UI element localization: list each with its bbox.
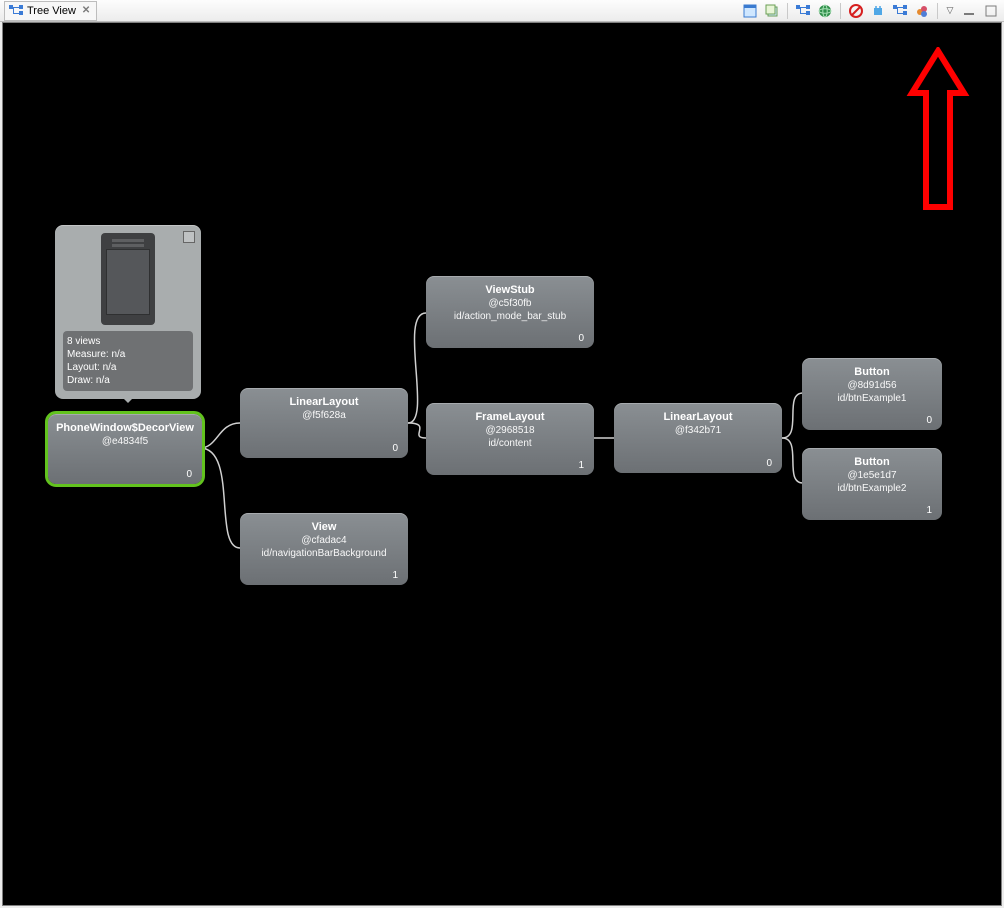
node-framelayout[interactable]: FrameLayout @2968518 id/content 1 xyxy=(426,403,594,475)
node-id: id/btnExample1 xyxy=(810,393,934,404)
toolbar-separator xyxy=(787,3,788,19)
node-id: id/content xyxy=(434,438,586,449)
node-count: 1 xyxy=(578,460,584,471)
view-menu-chevron-icon[interactable]: ▽ xyxy=(944,2,956,20)
maximize-view-icon[interactable] xyxy=(982,2,1000,20)
expand-preview-icon[interactable] xyxy=(183,231,195,243)
node-title: LinearLayout xyxy=(248,396,400,408)
node-hash: @f342b71 xyxy=(622,425,774,436)
node-title: ViewStub xyxy=(434,284,586,296)
toolbar-separator xyxy=(840,3,841,19)
tree-load-icon[interactable] xyxy=(891,2,909,20)
node-count: 1 xyxy=(392,570,398,581)
toolbar-separator xyxy=(937,3,938,19)
node-hash: @cfadac4 xyxy=(248,535,400,546)
node-view-navbg[interactable]: View @cfadac4 id/navigationBarBackground… xyxy=(240,513,408,585)
device-preview-thumbnail xyxy=(101,233,155,325)
node-hash: @c5f30fb xyxy=(434,298,586,309)
stat-draw: Draw: n/a xyxy=(67,374,189,387)
node-count: 0 xyxy=(186,469,192,480)
toolbar-actions: ▽ xyxy=(741,2,1000,20)
preview-stats: 8 views Measure: n/a Layout: n/a Draw: n… xyxy=(63,331,193,391)
node-count: 1 xyxy=(926,505,932,516)
node-id: id/btnExample2 xyxy=(810,483,934,494)
node-hash: @1e5e1d7 xyxy=(810,470,934,481)
node-count: 0 xyxy=(766,458,772,469)
tree-icon[interactable] xyxy=(794,2,812,20)
node-title: Button xyxy=(810,456,934,468)
node-id: id/navigationBarBackground xyxy=(248,548,400,559)
node-title: FrameLayout xyxy=(434,411,586,423)
node-hash: @e4834f5 xyxy=(56,436,194,447)
profile-cpu-icon[interactable] xyxy=(913,2,931,20)
globe-icon[interactable] xyxy=(816,2,834,20)
node-hash: @8d91d56 xyxy=(810,380,934,391)
layers-icon[interactable] xyxy=(763,2,781,20)
hierarchy-canvas[interactable]: 8 views Measure: n/a Layout: n/a Draw: n… xyxy=(2,22,1002,906)
tab-title: Tree View xyxy=(27,5,76,17)
node-count: 0 xyxy=(578,333,584,344)
stat-layout: Layout: n/a xyxy=(67,361,189,374)
android-icon[interactable] xyxy=(869,2,887,20)
node-title: Button xyxy=(810,366,934,378)
node-linearlayout-2[interactable]: LinearLayout @f342b71 0 xyxy=(614,403,782,473)
node-title: PhoneWindow$DecorView xyxy=(56,422,194,434)
node-preview-callout: 8 views Measure: n/a Layout: n/a Draw: n… xyxy=(55,225,201,399)
close-tab-icon[interactable]: ✕ xyxy=(82,5,90,16)
window-restore-icon[interactable] xyxy=(741,2,759,20)
node-title: LinearLayout xyxy=(622,411,774,423)
node-count: 0 xyxy=(392,443,398,454)
annotation-arrow xyxy=(906,47,970,217)
node-viewstub[interactable]: ViewStub @c5f30fb id/action_mode_bar_stu… xyxy=(426,276,594,348)
node-button-1[interactable]: Button @8d91d56 id/btnExample1 0 xyxy=(802,358,942,430)
node-hash: @f5f628a xyxy=(248,410,400,421)
node-linearlayout-1[interactable]: LinearLayout @f5f628a 0 xyxy=(240,388,408,458)
view-toolbar: Tree View ✕ ▽ xyxy=(0,0,1004,22)
node-button-2[interactable]: Button @1e5e1d7 id/btnExample2 1 xyxy=(802,448,942,520)
node-title: View xyxy=(248,521,400,533)
node-id: id/action_mode_bar_stub xyxy=(434,311,586,322)
tab-tree-view[interactable]: Tree View ✕ xyxy=(4,1,97,21)
node-hash: @2968518 xyxy=(434,425,586,436)
stat-views: 8 views xyxy=(67,335,189,348)
node-count: 0 xyxy=(926,415,932,426)
minimize-view-icon[interactable] xyxy=(960,2,978,20)
forbidden-icon[interactable] xyxy=(847,2,865,20)
node-decorview[interactable]: PhoneWindow$DecorView @e4834f5 0 xyxy=(48,414,202,484)
tree-view-tab-icon xyxy=(9,4,23,18)
stat-measure: Measure: n/a xyxy=(67,348,189,361)
